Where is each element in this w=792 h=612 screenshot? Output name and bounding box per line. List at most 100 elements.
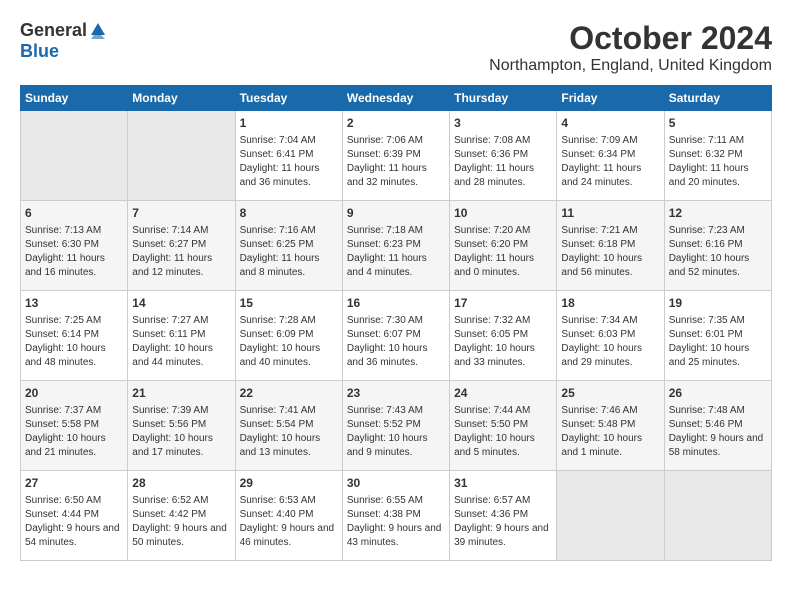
calendar-cell: 7 Sunrise: 7:14 AM Sunset: 6:27 PM Dayli…: [128, 201, 235, 291]
day-number: 4: [561, 115, 659, 132]
calendar-cell: 10 Sunrise: 7:20 AM Sunset: 6:20 PM Dayl…: [450, 201, 557, 291]
cell-content: Sunrise: 7:28 AM Sunset: 6:09 PM Dayligh…: [240, 314, 338, 370]
calendar-cell: 14 Sunrise: 7:27 AM Sunset: 6:11 PM Dayl…: [128, 291, 235, 381]
calendar-cell: 13 Sunrise: 7:25 AM Sunset: 6:14 PM Dayl…: [21, 291, 128, 381]
calendar-cell: 22 Sunrise: 7:41 AM Sunset: 5:54 PM Dayl…: [235, 381, 342, 471]
day-number: 19: [669, 295, 767, 312]
day-number: 3: [454, 115, 552, 132]
calendar-cell: 24 Sunrise: 7:44 AM Sunset: 5:50 PM Dayl…: [450, 381, 557, 471]
calendar-cell: [21, 111, 128, 201]
cell-content: Sunrise: 6:55 AM Sunset: 4:38 PM Dayligh…: [347, 494, 445, 550]
cell-content: Sunrise: 7:23 AM Sunset: 6:16 PM Dayligh…: [669, 224, 767, 280]
calendar-cell: 3 Sunrise: 7:08 AM Sunset: 6:36 PM Dayli…: [450, 111, 557, 201]
day-number: 13: [25, 295, 123, 312]
cell-content: Sunrise: 6:52 AM Sunset: 4:42 PM Dayligh…: [132, 494, 230, 550]
day-number: 23: [347, 385, 445, 402]
day-number: 9: [347, 205, 445, 222]
calendar-cell: 20 Sunrise: 7:37 AM Sunset: 5:58 PM Dayl…: [21, 381, 128, 471]
day-number: 10: [454, 205, 552, 222]
weekday-header: Friday: [557, 86, 664, 111]
calendar-week-row: 27 Sunrise: 6:50 AM Sunset: 4:44 PM Dayl…: [21, 471, 772, 561]
calendar-cell: 6 Sunrise: 7:13 AM Sunset: 6:30 PM Dayli…: [21, 201, 128, 291]
day-number: 31: [454, 475, 552, 492]
day-number: 22: [240, 385, 338, 402]
day-number: 30: [347, 475, 445, 492]
day-number: 5: [669, 115, 767, 132]
location: Northampton, England, United Kingdom: [489, 57, 772, 75]
day-number: 7: [132, 205, 230, 222]
weekday-header: Tuesday: [235, 86, 342, 111]
calendar-cell: 27 Sunrise: 6:50 AM Sunset: 4:44 PM Dayl…: [21, 471, 128, 561]
cell-content: Sunrise: 6:50 AM Sunset: 4:44 PM Dayligh…: [25, 494, 123, 550]
page-header: General Blue October 2024 Northampton, E…: [20, 20, 772, 75]
calendar-cell: 15 Sunrise: 7:28 AM Sunset: 6:09 PM Dayl…: [235, 291, 342, 381]
cell-content: Sunrise: 7:20 AM Sunset: 6:20 PM Dayligh…: [454, 224, 552, 280]
cell-content: Sunrise: 7:30 AM Sunset: 6:07 PM Dayligh…: [347, 314, 445, 370]
cell-content: Sunrise: 7:14 AM Sunset: 6:27 PM Dayligh…: [132, 224, 230, 280]
calendar-cell: [557, 471, 664, 561]
cell-content: Sunrise: 7:41 AM Sunset: 5:54 PM Dayligh…: [240, 404, 338, 460]
day-number: 8: [240, 205, 338, 222]
calendar-cell: 18 Sunrise: 7:34 AM Sunset: 6:03 PM Dayl…: [557, 291, 664, 381]
calendar-cell: 21 Sunrise: 7:39 AM Sunset: 5:56 PM Dayl…: [128, 381, 235, 471]
cell-content: Sunrise: 7:21 AM Sunset: 6:18 PM Dayligh…: [561, 224, 659, 280]
calendar-cell: 17 Sunrise: 7:32 AM Sunset: 6:05 PM Dayl…: [450, 291, 557, 381]
weekday-header-row: SundayMondayTuesdayWednesdayThursdayFrid…: [21, 86, 772, 111]
month-title: October 2024: [489, 20, 772, 57]
day-number: 1: [240, 115, 338, 132]
day-number: 27: [25, 475, 123, 492]
weekday-header: Wednesday: [342, 86, 449, 111]
calendar-cell: 8 Sunrise: 7:16 AM Sunset: 6:25 PM Dayli…: [235, 201, 342, 291]
calendar-cell: 25 Sunrise: 7:46 AM Sunset: 5:48 PM Dayl…: [557, 381, 664, 471]
calendar-cell: 23 Sunrise: 7:43 AM Sunset: 5:52 PM Dayl…: [342, 381, 449, 471]
calendar-cell: 1 Sunrise: 7:04 AM Sunset: 6:41 PM Dayli…: [235, 111, 342, 201]
day-number: 28: [132, 475, 230, 492]
day-number: 25: [561, 385, 659, 402]
calendar-week-row: 13 Sunrise: 7:25 AM Sunset: 6:14 PM Dayl…: [21, 291, 772, 381]
day-number: 24: [454, 385, 552, 402]
day-number: 18: [561, 295, 659, 312]
calendar-week-row: 6 Sunrise: 7:13 AM Sunset: 6:30 PM Dayli…: [21, 201, 772, 291]
cell-content: Sunrise: 7:16 AM Sunset: 6:25 PM Dayligh…: [240, 224, 338, 280]
cell-content: Sunrise: 7:35 AM Sunset: 6:01 PM Dayligh…: [669, 314, 767, 370]
cell-content: Sunrise: 7:34 AM Sunset: 6:03 PM Dayligh…: [561, 314, 659, 370]
day-number: 15: [240, 295, 338, 312]
weekday-header: Monday: [128, 86, 235, 111]
day-number: 26: [669, 385, 767, 402]
logo-blue: Blue: [20, 41, 59, 62]
weekday-header: Saturday: [664, 86, 771, 111]
cell-content: Sunrise: 7:25 AM Sunset: 6:14 PM Dayligh…: [25, 314, 123, 370]
calendar-table: SundayMondayTuesdayWednesdayThursdayFrid…: [20, 85, 772, 561]
cell-content: Sunrise: 7:48 AM Sunset: 5:46 PM Dayligh…: [669, 404, 767, 460]
calendar-week-row: 20 Sunrise: 7:37 AM Sunset: 5:58 PM Dayl…: [21, 381, 772, 471]
calendar-cell: [128, 111, 235, 201]
day-number: 21: [132, 385, 230, 402]
cell-content: Sunrise: 7:43 AM Sunset: 5:52 PM Dayligh…: [347, 404, 445, 460]
calendar-cell: 11 Sunrise: 7:21 AM Sunset: 6:18 PM Dayl…: [557, 201, 664, 291]
cell-content: Sunrise: 7:46 AM Sunset: 5:48 PM Dayligh…: [561, 404, 659, 460]
weekday-header: Thursday: [450, 86, 557, 111]
cell-content: Sunrise: 7:06 AM Sunset: 6:39 PM Dayligh…: [347, 134, 445, 190]
logo-icon: [89, 21, 107, 39]
cell-content: Sunrise: 7:09 AM Sunset: 6:34 PM Dayligh…: [561, 134, 659, 190]
cell-content: Sunrise: 7:08 AM Sunset: 6:36 PM Dayligh…: [454, 134, 552, 190]
day-number: 16: [347, 295, 445, 312]
calendar-cell: [664, 471, 771, 561]
cell-content: Sunrise: 7:18 AM Sunset: 6:23 PM Dayligh…: [347, 224, 445, 280]
cell-content: Sunrise: 7:13 AM Sunset: 6:30 PM Dayligh…: [25, 224, 123, 280]
logo-general: General: [20, 20, 87, 41]
calendar-cell: 19 Sunrise: 7:35 AM Sunset: 6:01 PM Dayl…: [664, 291, 771, 381]
title-area: October 2024 Northampton, England, Unite…: [489, 20, 772, 75]
weekday-header: Sunday: [21, 86, 128, 111]
cell-content: Sunrise: 7:44 AM Sunset: 5:50 PM Dayligh…: [454, 404, 552, 460]
day-number: 6: [25, 205, 123, 222]
calendar-cell: 9 Sunrise: 7:18 AM Sunset: 6:23 PM Dayli…: [342, 201, 449, 291]
calendar-cell: 12 Sunrise: 7:23 AM Sunset: 6:16 PM Dayl…: [664, 201, 771, 291]
day-number: 17: [454, 295, 552, 312]
cell-content: Sunrise: 7:37 AM Sunset: 5:58 PM Dayligh…: [25, 404, 123, 460]
cell-content: Sunrise: 7:27 AM Sunset: 6:11 PM Dayligh…: [132, 314, 230, 370]
cell-content: Sunrise: 6:57 AM Sunset: 4:36 PM Dayligh…: [454, 494, 552, 550]
calendar-cell: 29 Sunrise: 6:53 AM Sunset: 4:40 PM Dayl…: [235, 471, 342, 561]
calendar-week-row: 1 Sunrise: 7:04 AM Sunset: 6:41 PM Dayli…: [21, 111, 772, 201]
day-number: 11: [561, 205, 659, 222]
